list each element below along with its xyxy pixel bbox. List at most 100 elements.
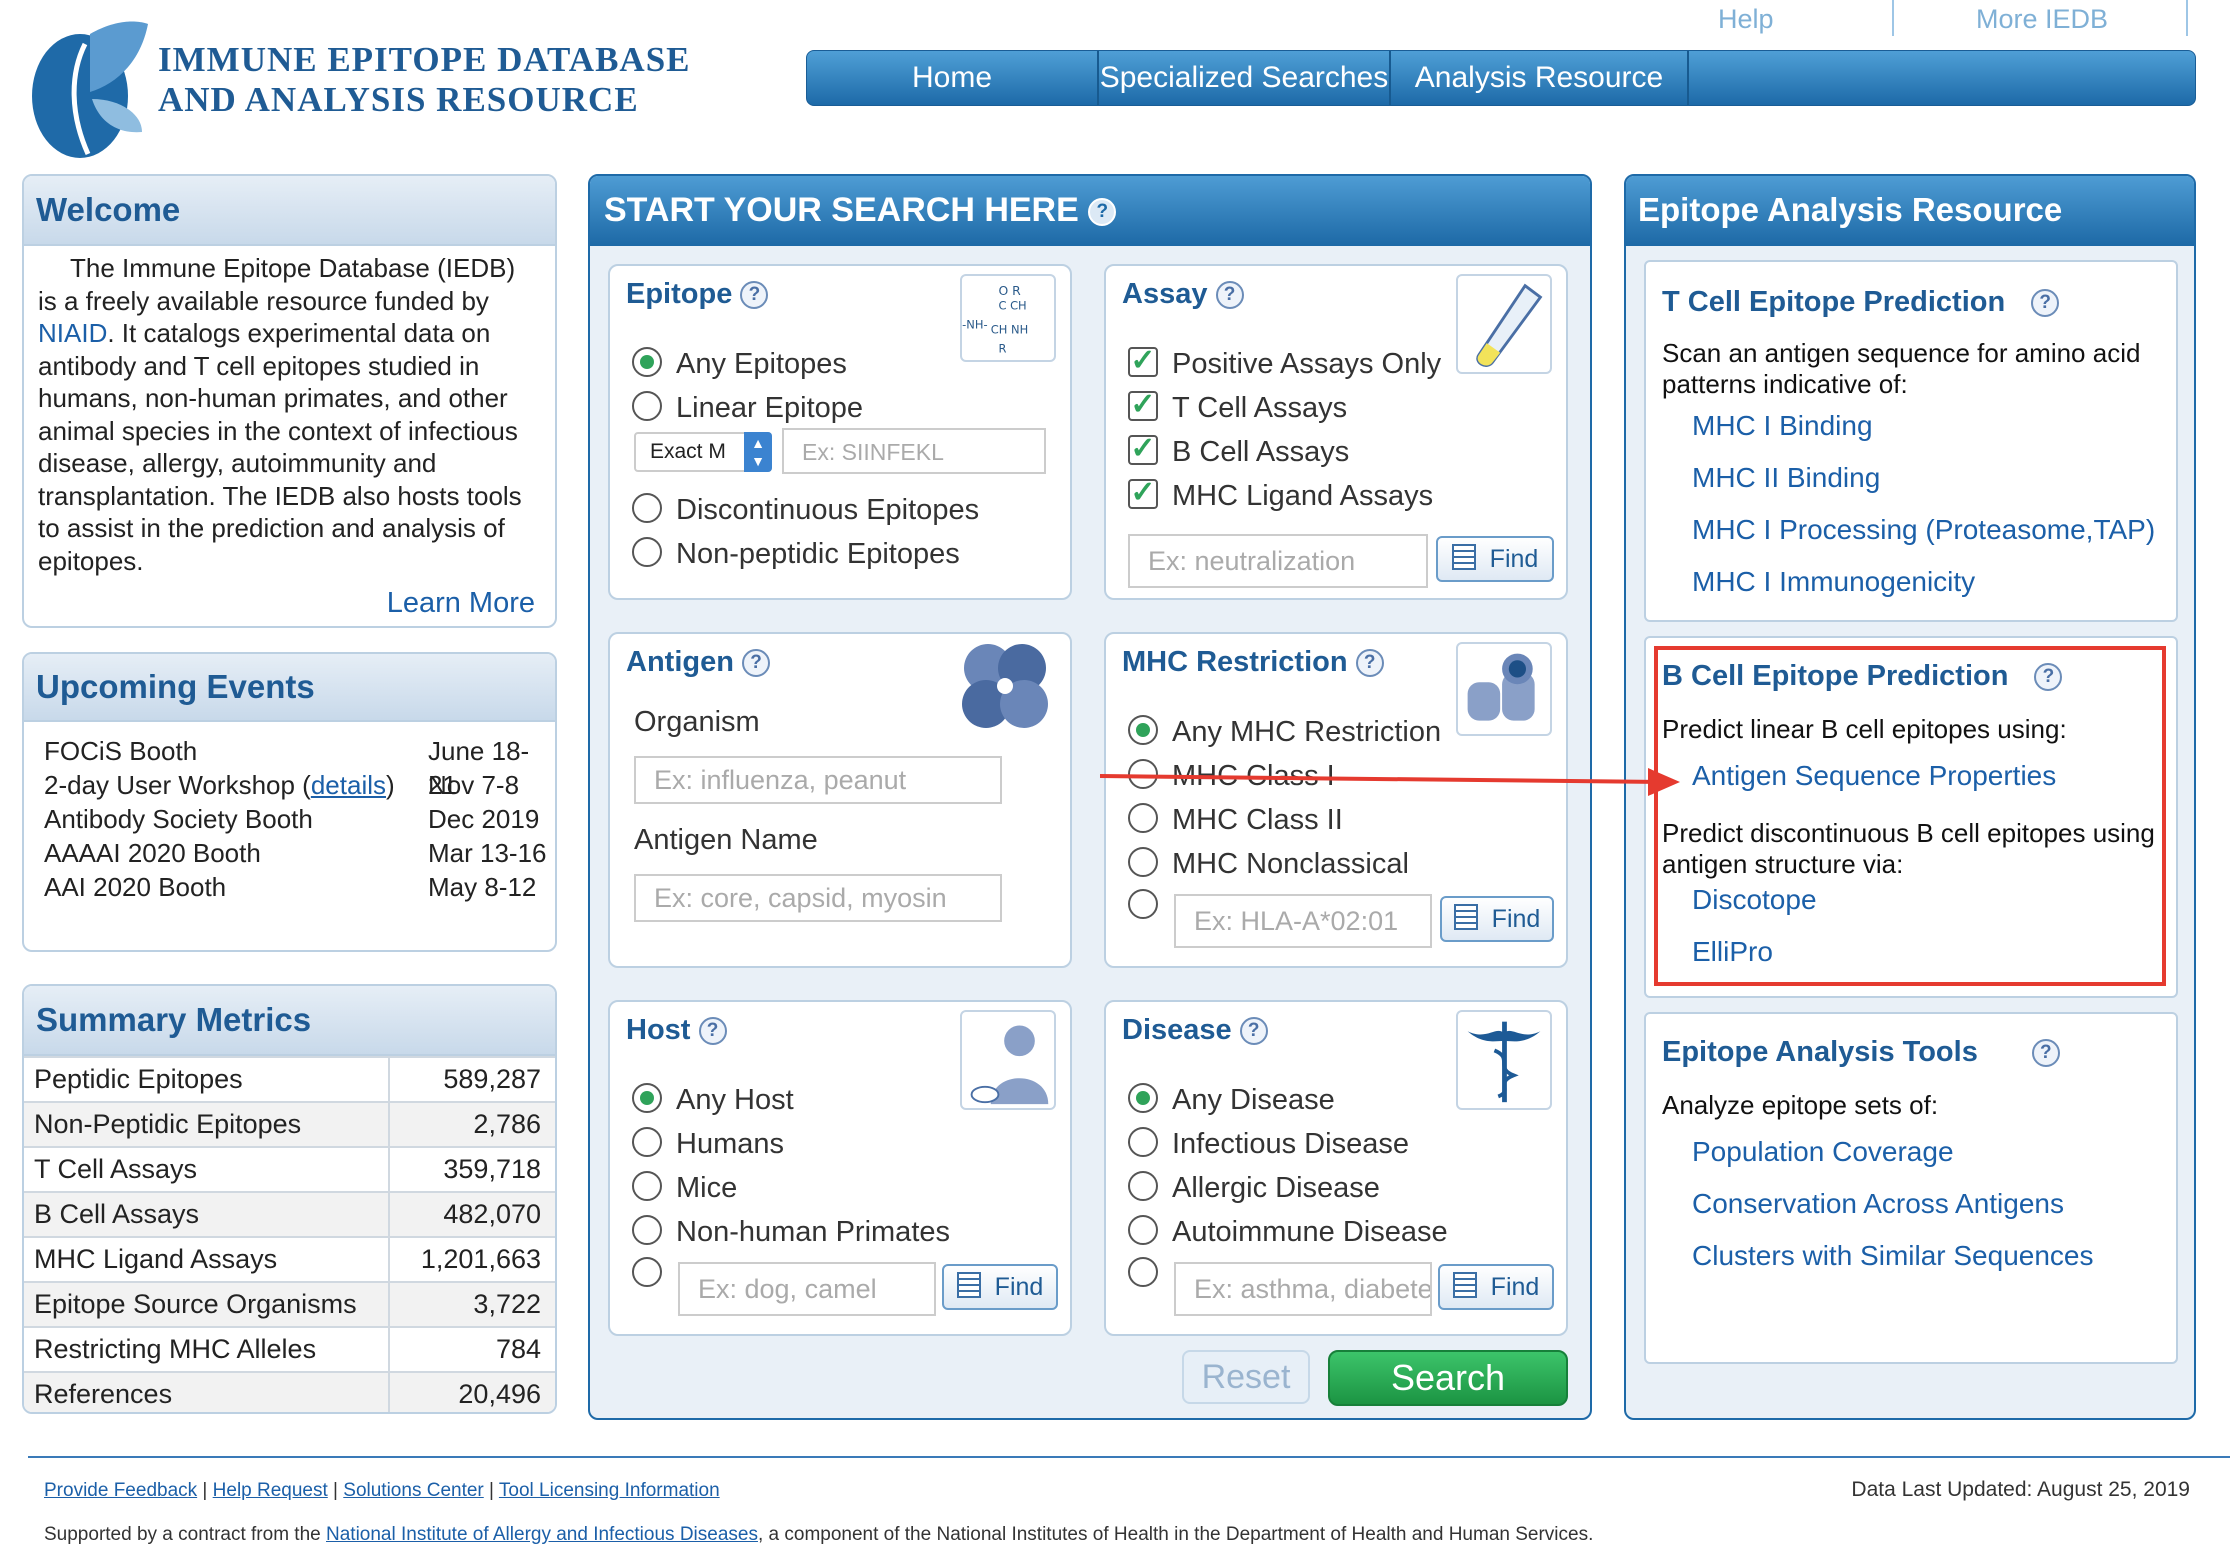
infectious-disease-radio[interactable]: Infectious Disease bbox=[1128, 1122, 1448, 1166]
mhc-find-button[interactable]: Find bbox=[1440, 896, 1554, 942]
svg-text:CH NH: CH NH bbox=[991, 322, 1028, 336]
mhc1-binding-link[interactable]: MHC I Binding bbox=[1646, 400, 2155, 452]
search-button[interactable]: Search bbox=[1328, 1350, 1568, 1406]
help-link[interactable]: Help bbox=[1718, 4, 1774, 35]
host-find-button[interactable]: Find bbox=[942, 1264, 1058, 1310]
select-arrows-icon: ▲ ▼ bbox=[744, 432, 772, 472]
tools-desc: Analyze epitope sets of: bbox=[1662, 1090, 1939, 1120]
test-tube-icon bbox=[1456, 274, 1552, 374]
discontinuous-epitopes-radio[interactable]: Discontinuous Epitopes bbox=[632, 488, 979, 532]
nav-analysis-resource[interactable]: Analysis Resource bbox=[1391, 51, 1687, 105]
discotope-link[interactable]: Discotope bbox=[1646, 874, 1817, 926]
disease-custom-radio[interactable] bbox=[1128, 1257, 1172, 1290]
tcell-assays-checkbox[interactable]: ✓ T Cell Assays bbox=[1128, 386, 1441, 430]
allergic-disease-radio[interactable]: Allergic Disease bbox=[1128, 1166, 1448, 1210]
event-item: FOCiS Booth June 18-21 bbox=[44, 736, 530, 800]
host-custom-radio[interactable] bbox=[632, 1257, 676, 1290]
help-icon[interactable]: ? bbox=[2031, 289, 2060, 318]
clusters-link[interactable]: Clusters with Similar Sequences bbox=[1646, 1230, 2094, 1282]
help-icon[interactable]: ? bbox=[742, 649, 770, 678]
tcell-box: T Cell Epitope Prediction? Scan an antig… bbox=[1644, 260, 2178, 622]
table-row: Peptidic Epitopes 589,287 bbox=[24, 1056, 555, 1101]
epitope-box: Epitope ? O R -NH- C CH CH NH R Any Epit… bbox=[608, 264, 1072, 600]
mhc-nonclassical-radio[interactable]: MHC Nonclassical bbox=[1128, 842, 1441, 886]
niaid-full-link[interactable]: National Institute of Allergy and Infect… bbox=[326, 1524, 758, 1545]
linear-epitope-radio[interactable]: Linear Epitope bbox=[632, 386, 863, 430]
help-icon[interactable]: ? bbox=[1088, 198, 1117, 227]
antigen-sequence-properties-link[interactable]: Antigen Sequence Properties bbox=[1646, 750, 2056, 802]
analysis-panel: Epitope Analysis Resource T Cell Epitope… bbox=[1624, 174, 2196, 1420]
table-row: Restricting MHC Alleles 784 bbox=[24, 1326, 555, 1371]
tool-licensing-link[interactable]: Tool Licensing Information bbox=[499, 1480, 720, 1501]
ellipro-link[interactable]: ElliPro bbox=[1646, 926, 1817, 978]
non-human-primates-radio[interactable]: Non-human Primates bbox=[632, 1210, 950, 1254]
non-peptidic-epitopes-radio[interactable]: Non-peptidic Epitopes bbox=[632, 532, 979, 576]
mhc-allele-input[interactable]: Ex: HLA-A*02:01 bbox=[1174, 894, 1432, 948]
table-row: B Cell Assays 482,070 bbox=[24, 1191, 555, 1236]
help-request-link[interactable]: Help Request bbox=[213, 1480, 328, 1501]
nav-specialized-searches[interactable]: Specialized Searches bbox=[1099, 51, 1389, 105]
iedb-logo[interactable] bbox=[30, 4, 150, 158]
any-host-radio[interactable]: Any Host bbox=[632, 1078, 950, 1122]
help-icon[interactable]: ? bbox=[1355, 649, 1384, 678]
tools-box: Epitope Analysis Tools? Analyze epitope … bbox=[1644, 1012, 2178, 1364]
data-last-updated: Data Last Updated: August 25, 2019 bbox=[1851, 1478, 2190, 1501]
mhc-title: MHC Restriction ? bbox=[1122, 646, 1384, 679]
svg-text:C CH: C CH bbox=[998, 298, 1026, 312]
tools-links: Population Coverage Conservation Across … bbox=[1646, 1126, 2094, 1282]
mhc-custom-radio[interactable] bbox=[1128, 889, 1172, 922]
any-disease-radio[interactable]: Any Disease bbox=[1128, 1078, 1448, 1122]
help-icon[interactable]: ? bbox=[2034, 663, 2063, 692]
svg-text:-NH-: -NH- bbox=[962, 318, 987, 332]
learn-more-link[interactable]: Learn More bbox=[387, 587, 535, 620]
nav-home[interactable]: Home bbox=[807, 51, 1097, 105]
mice-radio[interactable]: Mice bbox=[632, 1166, 950, 1210]
match-type-select[interactable]: Exact M ▲ ▼ bbox=[634, 432, 772, 472]
assay-title: Assay ? bbox=[1122, 278, 1244, 311]
mhc-molecule-icon bbox=[1456, 642, 1552, 736]
host-box: Host ? Any Host Humans Mice Non-human Pr… bbox=[608, 1000, 1072, 1336]
disease-find-button[interactable]: Find bbox=[1438, 1264, 1554, 1310]
host-input[interactable]: Ex: dog, camel bbox=[678, 1262, 936, 1316]
mhc-ligand-assays-checkbox[interactable]: ✓ MHC Ligand Assays bbox=[1128, 474, 1441, 518]
list-icon bbox=[1452, 1272, 1477, 1299]
mhc1-immunogenicity-link[interactable]: MHC I Immunogenicity bbox=[1646, 556, 2155, 608]
positive-assays-checkbox[interactable]: ✓ Positive Assays Only bbox=[1128, 342, 1441, 386]
help-icon[interactable]: ? bbox=[1215, 281, 1244, 310]
bcell-box: B Cell Epitope Prediction? Predict linea… bbox=[1644, 636, 2178, 998]
disease-input[interactable]: Ex: asthma, diabetes bbox=[1174, 1262, 1432, 1316]
autoimmune-disease-radio[interactable]: Autoimmune Disease bbox=[1128, 1210, 1448, 1254]
tcell-links: MHC I Binding MHC II Binding MHC I Proce… bbox=[1646, 400, 2155, 608]
event-item: AAAAI 2020 Booth Mar 13-16 bbox=[44, 838, 547, 868]
tcell-desc: Scan an antigen sequence for amino acid … bbox=[1662, 338, 2141, 399]
help-icon[interactable]: ? bbox=[1239, 1017, 1268, 1046]
any-epitopes-radio[interactable]: Any Epitopes bbox=[632, 342, 863, 386]
table-row: Non-Peptidic Epitopes 2,786 bbox=[24, 1101, 555, 1146]
reset-button[interactable]: Reset bbox=[1182, 1350, 1310, 1404]
any-mhc-radio[interactable]: Any MHC Restriction bbox=[1128, 710, 1441, 754]
mhc1-processing-link[interactable]: MHC I Processing (Proteasome,TAP) bbox=[1646, 504, 2155, 556]
assay-find-button[interactable]: Find bbox=[1436, 536, 1554, 582]
provide-feedback-link[interactable]: Provide Feedback bbox=[44, 1480, 197, 1501]
conservation-link[interactable]: Conservation Across Antigens bbox=[1646, 1178, 2094, 1230]
table-row: Epitope Source Organisms 3,722 bbox=[24, 1281, 555, 1326]
antigen-name-input[interactable]: Ex: core, capsid, myosin bbox=[634, 874, 1002, 922]
organism-input[interactable]: Ex: influenza, peanut bbox=[634, 756, 1002, 804]
organism-label: Organism bbox=[634, 706, 760, 738]
more-iedb-link[interactable]: More IEDB bbox=[1976, 4, 2108, 35]
population-coverage-link[interactable]: Population Coverage bbox=[1646, 1126, 2094, 1178]
help-icon[interactable]: ? bbox=[698, 1017, 727, 1046]
bcell-title: B Cell Epitope Prediction? bbox=[1662, 660, 2063, 693]
humans-radio[interactable]: Humans bbox=[632, 1122, 950, 1166]
help-icon[interactable]: ? bbox=[2031, 1039, 2060, 1068]
assay-search-input[interactable]: Ex: neutralization bbox=[1128, 534, 1428, 588]
niaid-link[interactable]: NIAID bbox=[38, 318, 107, 348]
molecule-icon: O R -NH- C CH CH NH R bbox=[960, 274, 1056, 362]
solutions-center-link[interactable]: Solutions Center bbox=[343, 1480, 483, 1501]
bcell-assays-checkbox[interactable]: ✓ B Cell Assays bbox=[1128, 430, 1441, 474]
sequence-input[interactable]: Ex: SIINFEKL bbox=[782, 428, 1046, 474]
analysis-title: Epitope Analysis Resource bbox=[1626, 176, 2194, 246]
details-link[interactable]: details bbox=[311, 770, 386, 800]
mhc2-binding-link[interactable]: MHC II Binding bbox=[1646, 452, 2155, 504]
help-icon[interactable]: ? bbox=[740, 281, 769, 310]
